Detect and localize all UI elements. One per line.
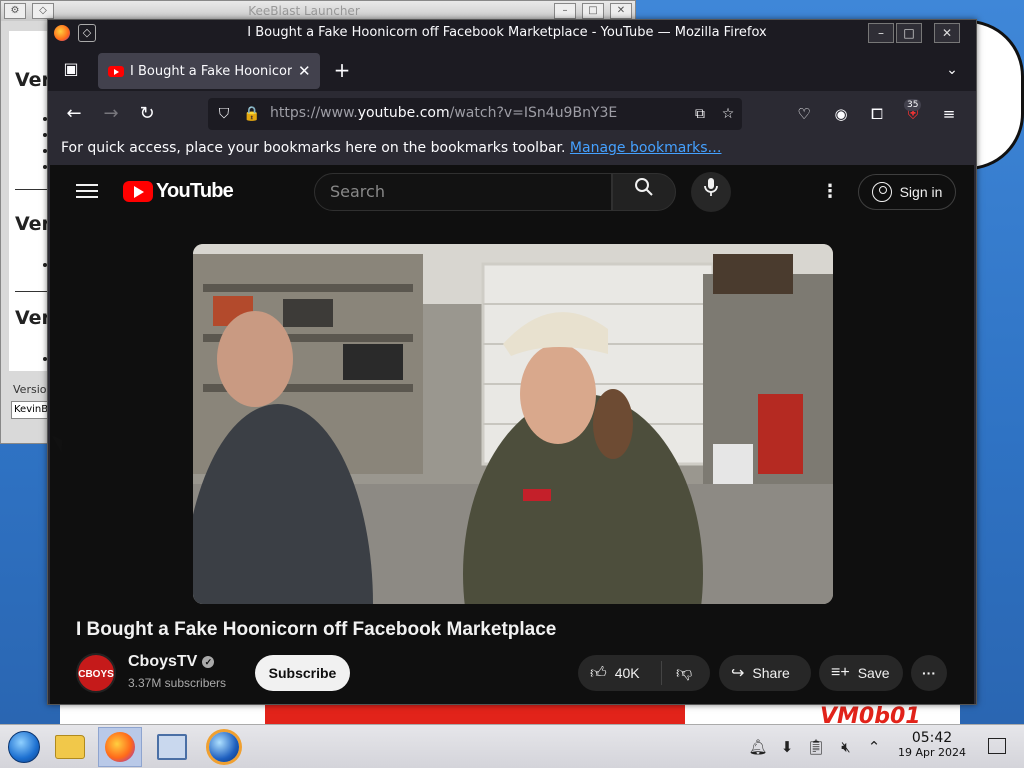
tab-bar: ▣ I Bought a Fake Hoonicorn off Facebook… (48, 47, 976, 91)
youtube-play-icon (123, 181, 153, 202)
more-actions-button[interactable]: ··· (911, 655, 947, 691)
share-button[interactable]: ↪ Share (719, 655, 811, 691)
voice-search-button[interactable] (691, 172, 731, 212)
pin-icon[interactable]: ◇ (78, 24, 96, 42)
start-button[interactable] (2, 727, 46, 767)
window-title: I Bought a Fake Hoonicorn off Facebook M… (247, 25, 767, 40)
add-to-playlist-icon: ≡+ (831, 664, 850, 681)
like-count: 40K (614, 665, 640, 681)
dislike-button[interactable]: 👎︎ (662, 664, 692, 683)
extensions-puzzle-icon[interactable]: ⧠ (866, 103, 888, 125)
like-button[interactable]: 👍︎ 40K (578, 661, 662, 685)
show-desktop-button[interactable] (988, 738, 1006, 754)
clock-time: 05:42 (911, 730, 953, 746)
pocket-icon[interactable]: ♡ (793, 103, 815, 125)
like-dislike-group: 👍︎ 40K 👎︎ (578, 655, 710, 691)
pin-icon[interactable]: ◇ (32, 3, 54, 19)
more-horizontal-icon: ··· (922, 665, 936, 681)
channel-name[interactable]: CboysTV ✓ (128, 653, 215, 671)
maximize-button[interactable]: □ (582, 3, 604, 19)
search-icon (635, 178, 653, 196)
firefox-window[interactable]: ◇ I Bought a Fake Hoonicorn off Facebook… (47, 19, 977, 705)
reload-button[interactable]: ↻ (133, 101, 161, 127)
bookmark-star-icon[interactable]: ☆ (718, 104, 738, 124)
clock[interactable]: 05:42 19 Apr 2024 (892, 730, 972, 760)
close-button[interactable]: ✕ (610, 3, 632, 19)
tab-title: I Bought a Fake Hoonicorn off Facebook M… (130, 63, 292, 79)
clock-date: 19 Apr 2024 (897, 746, 966, 759)
window-menu-icon[interactable]: ⚙ (4, 3, 26, 19)
lock-icon[interactable]: 🔒 (242, 104, 262, 124)
subscriber-count: 3.37M subscribers (128, 676, 227, 690)
back-button[interactable]: ← (60, 101, 88, 127)
minimize-button[interactable]: – (868, 23, 894, 43)
subscribe-button[interactable]: Subscribe (255, 655, 350, 691)
background-window-title: KeeBlast Launcher (248, 4, 360, 18)
extension-badge: 35 (904, 99, 922, 111)
youtube-logo[interactable]: YouTube (123, 180, 234, 203)
app-menu-hamburger-icon[interactable]: ≡ (938, 103, 960, 125)
taskbar-globe-app[interactable] (202, 727, 246, 767)
clipboard-icon[interactable]: 📋︎ (806, 737, 826, 757)
background-window-titlebar[interactable]: ⚙ ◇ KeeBlast Launcher – □ ✕ (1, 1, 635, 21)
sign-in-button[interactable]: Sign in (858, 174, 956, 210)
search-button[interactable] (612, 173, 676, 211)
settings-more-icon[interactable]: ⋮ (820, 179, 840, 205)
tray-expand-chevron-icon[interactable]: ⌃ (864, 737, 884, 757)
tab-youtube[interactable]: I Bought a Fake Hoonicorn off Facebook M… (98, 53, 320, 89)
thumbs-down-icon: 👎︎ (676, 664, 693, 682)
maximize-button[interactable]: □ (896, 23, 922, 43)
globe-icon (209, 732, 239, 762)
thumbs-up-icon: 👍︎ (590, 664, 607, 682)
verified-check-icon: ✓ (202, 656, 215, 668)
volume-muted-icon[interactable]: 🔇︎ (836, 737, 856, 757)
youtube-page: YouTube Search ⋮ Sign in I Bought a Fake… (50, 165, 974, 704)
list-all-tabs-icon[interactable]: ⌄ (940, 59, 964, 83)
firefox-icon (105, 732, 135, 762)
video-title: I Bought a Fake Hoonicorn off Facebook M… (76, 619, 557, 640)
folder-icon (55, 735, 85, 759)
taskbar-file-manager[interactable] (48, 727, 92, 767)
close-tab-icon[interactable]: ✕ (298, 62, 311, 80)
start-orb-icon (8, 731, 40, 763)
navigation-bar: ← → ↻ ⛉ 🔒 https://www.youtube.com/watch?… (48, 91, 976, 137)
forward-button[interactable]: → (97, 101, 125, 127)
taskbar-firefox[interactable] (98, 727, 142, 767)
save-label: Save (857, 665, 890, 681)
channel-avatar[interactable]: CBOYS (76, 653, 116, 693)
wallpaper-text: VM0b01 (820, 704, 921, 724)
video-player[interactable] (193, 244, 833, 604)
search-input[interactable]: Search (314, 173, 612, 211)
video-frame (193, 244, 833, 604)
close-button[interactable]: ✕ (934, 23, 960, 43)
notifications-bell-icon[interactable]: 🔔︎ (748, 737, 768, 757)
firefox-app-icon[interactable] (54, 25, 70, 41)
updates-icon[interactable]: ⬇ (777, 737, 797, 757)
bookmarks-hint: For quick access, place your bookmarks h… (61, 140, 566, 156)
new-tab-button[interactable]: + (330, 59, 354, 83)
taskbar: 🔔︎ ⬇ 📋︎ 🔇︎ ⌃ 05:42 19 Apr 2024 (0, 724, 1024, 768)
microphone-icon (704, 178, 718, 196)
sign-in-label: Sign in (899, 184, 943, 200)
minimize-button[interactable]: – (554, 3, 576, 19)
tracking-protection-shield-icon[interactable]: ⛉ (214, 104, 234, 124)
user-icon (871, 182, 892, 202)
firefox-titlebar[interactable]: ◇ I Bought a Fake Hoonicorn off Facebook… (48, 20, 976, 47)
youtube-logo-text: YouTube (156, 180, 234, 202)
guide-menu-icon[interactable] (76, 181, 98, 203)
save-button[interactable]: ≡+ Save (819, 655, 903, 691)
url-text[interactable]: https://www.youtube.com/watch?v=ISn4u9Bn… (270, 105, 617, 121)
address-bar[interactable]: ⛉ 🔒 https://www.youtube.com/watch?v=ISn4… (208, 98, 742, 130)
account-icon[interactable]: ◉ (830, 103, 852, 125)
picture-in-picture-icon[interactable]: ⧉ (690, 104, 710, 124)
version-field[interactable]: KevinBl (11, 401, 51, 419)
share-arrow-icon: ↪ (731, 665, 745, 682)
share-label: Share (752, 665, 790, 681)
taskbar-network-app[interactable] (150, 727, 194, 767)
network-app-icon (157, 734, 187, 760)
firefox-view-icon[interactable]: ▣ (58, 57, 84, 83)
youtube-favicon-icon (108, 65, 124, 77)
manage-bookmarks-link[interactable]: Manage bookmarks… (570, 140, 722, 156)
bookmarks-toolbar: For quick access, place your bookmarks h… (48, 137, 976, 165)
